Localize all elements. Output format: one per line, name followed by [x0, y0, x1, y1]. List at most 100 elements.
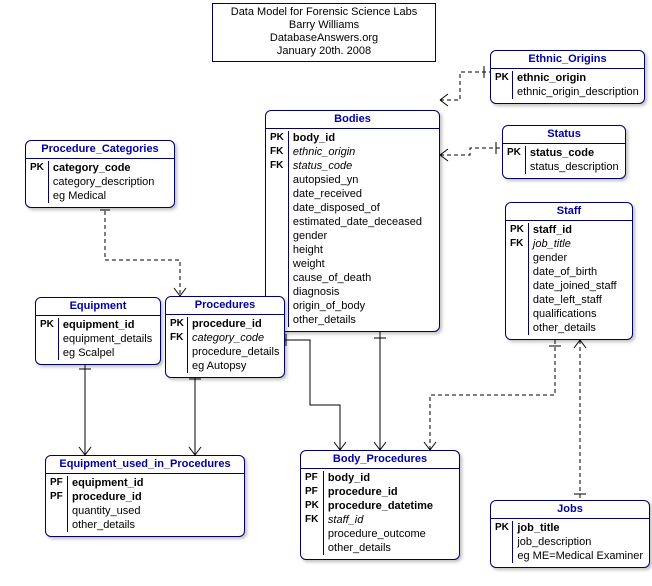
- key-cell: PF: [50, 490, 63, 504]
- title-line-2: Barry Williams: [221, 19, 427, 32]
- attribute-cell: staff_id: [533, 223, 617, 237]
- attribute-cell: procedure_details: [192, 345, 279, 359]
- key-cell: [507, 160, 521, 174]
- key-column: PK: [495, 71, 513, 99]
- title-line-4: January 20th. 2008: [221, 45, 427, 58]
- diagram-title-box: Data Model for Forensic Science Labs Bar…: [212, 3, 436, 62]
- attribute-cell: date_of_birth: [533, 265, 617, 279]
- key-cell: PK: [495, 521, 508, 535]
- key-cell: [510, 251, 524, 265]
- attribute-cell: equipment_id: [72, 476, 144, 490]
- entity-title: Equipment_used_in_Procedures: [46, 456, 244, 474]
- attribute-cell: autopsied_yn: [293, 173, 422, 187]
- key-column: PKFK: [170, 317, 188, 373]
- key-cell: [270, 229, 284, 243]
- attribute-column: job_titlejob_descriptioneg ME=Medical Ex…: [517, 521, 643, 563]
- attribute-cell: body_id: [293, 131, 422, 145]
- attribute-cell: job_description: [517, 535, 643, 549]
- key-cell: FK: [270, 145, 284, 159]
- attribute-column: procedure_idcategory_codeprocedure_detai…: [192, 317, 279, 373]
- attribute-cell: eg Autopsy: [192, 359, 279, 373]
- entity-equipment: Equipment PK equipment_idequipment_detai…: [35, 297, 161, 365]
- entity-status: Status PK status_codestatus_description: [502, 125, 626, 179]
- key-cell: [50, 504, 63, 518]
- attribute-cell: other_details: [293, 313, 422, 327]
- entity-title: Jobs: [491, 501, 649, 519]
- attribute-cell: ethnic_origin: [517, 71, 639, 85]
- key-cell: FK: [305, 513, 319, 527]
- entity-procedure-categories: Procedure_Categories PK category_codecat…: [25, 140, 175, 208]
- attribute-cell: date_received: [293, 187, 422, 201]
- key-cell: [270, 243, 284, 257]
- attribute-cell: eg Medical: [53, 189, 155, 203]
- attribute-cell: category_description: [53, 175, 155, 189]
- key-cell: [510, 293, 524, 307]
- attribute-column: staff_idjob_titlegenderdate_of_birthdate…: [533, 223, 617, 335]
- attribute-cell: other_details: [328, 541, 433, 555]
- attribute-cell: origin_of_body: [293, 299, 422, 313]
- key-cell: [170, 345, 183, 359]
- key-cell: FK: [170, 331, 183, 345]
- attribute-cell: job_title: [517, 521, 643, 535]
- key-cell: [30, 189, 44, 203]
- attribute-column: equipment_idprocedure_idquantity_usedoth…: [72, 476, 144, 532]
- attribute-cell: body_id: [328, 471, 433, 485]
- key-column: PK: [507, 146, 526, 174]
- entity-jobs: Jobs PK job_titlejob_descriptioneg ME=Me…: [490, 500, 650, 568]
- key-cell: [495, 85, 508, 99]
- entity-staff: Staff PKFK staff_idjob_titlegenderdate_o…: [505, 202, 633, 340]
- attribute-cell: date_left_staff: [533, 293, 617, 307]
- key-cell: PK: [40, 318, 54, 332]
- key-cell: [270, 271, 284, 285]
- entity-procedures: Procedures PKFK procedure_idcategory_cod…: [165, 296, 285, 378]
- key-cell: [510, 265, 524, 279]
- key-cell: [40, 332, 54, 346]
- entity-ethnic-origins: Ethnic_Origins PK ethnic_originethnic_or…: [490, 50, 645, 104]
- key-cell: PK: [30, 161, 44, 175]
- entity-title: Procedures: [166, 297, 284, 315]
- attribute-cell: equipment_id: [63, 318, 152, 332]
- key-column: PFPFPKFK: [305, 471, 324, 555]
- entity-title: Status: [503, 126, 625, 144]
- attribute-cell: ethnic_origin_description: [517, 85, 639, 99]
- attribute-cell: status_description: [530, 160, 619, 174]
- attribute-column: body_idprocedure_idprocedure_datetimesta…: [328, 471, 433, 555]
- attribute-cell: staff_id: [328, 513, 433, 527]
- key-cell: FK: [270, 159, 284, 173]
- attribute-cell: category_code: [53, 161, 155, 175]
- title-line-1: Data Model for Forensic Science Labs: [221, 6, 427, 19]
- attribute-cell: other_details: [533, 321, 617, 335]
- key-cell: PK: [510, 223, 524, 237]
- attribute-cell: procedure_outcome: [328, 527, 433, 541]
- key-cell: [510, 307, 524, 321]
- attribute-cell: status_code: [530, 146, 619, 160]
- key-column: PFPF: [50, 476, 68, 532]
- attribute-cell: procedure_id: [72, 490, 144, 504]
- entity-title: Body_Procedures: [301, 451, 459, 469]
- key-cell: [50, 518, 63, 532]
- attribute-cell: eg Scalpel: [63, 346, 152, 360]
- attribute-cell: quantity_used: [72, 504, 144, 518]
- entity-bodies: Bodies PKFKFK body_idethnic_originstatus…: [265, 110, 440, 332]
- key-cell: FK: [510, 237, 524, 251]
- key-cell: [270, 201, 284, 215]
- key-cell: PF: [305, 471, 319, 485]
- attribute-cell: weight: [293, 257, 422, 271]
- attribute-column: ethnic_originethnic_origin_description: [517, 71, 639, 99]
- entity-title: Procedure_Categories: [26, 141, 174, 159]
- attribute-cell: equipment_details: [63, 332, 152, 346]
- attribute-cell: diagnosis: [293, 285, 422, 299]
- attribute-column: category_codecategory_descriptioneg Medi…: [53, 161, 155, 203]
- attribute-cell: eg ME=Medical Examiner: [517, 549, 643, 563]
- key-cell: [170, 359, 183, 373]
- key-cell: [510, 321, 524, 335]
- attribute-cell: date_joined_staff: [533, 279, 617, 293]
- attribute-column: body_idethnic_originstatus_codeautopsied…: [293, 131, 422, 327]
- attribute-column: status_codestatus_description: [530, 146, 619, 174]
- attribute-cell: estimated_date_deceased: [293, 215, 422, 229]
- key-cell: [510, 279, 524, 293]
- key-column: PK: [30, 161, 49, 203]
- attribute-cell: ethnic_origin: [293, 145, 422, 159]
- entity-title: Equipment: [36, 298, 160, 316]
- attribute-cell: qualifications: [533, 307, 617, 321]
